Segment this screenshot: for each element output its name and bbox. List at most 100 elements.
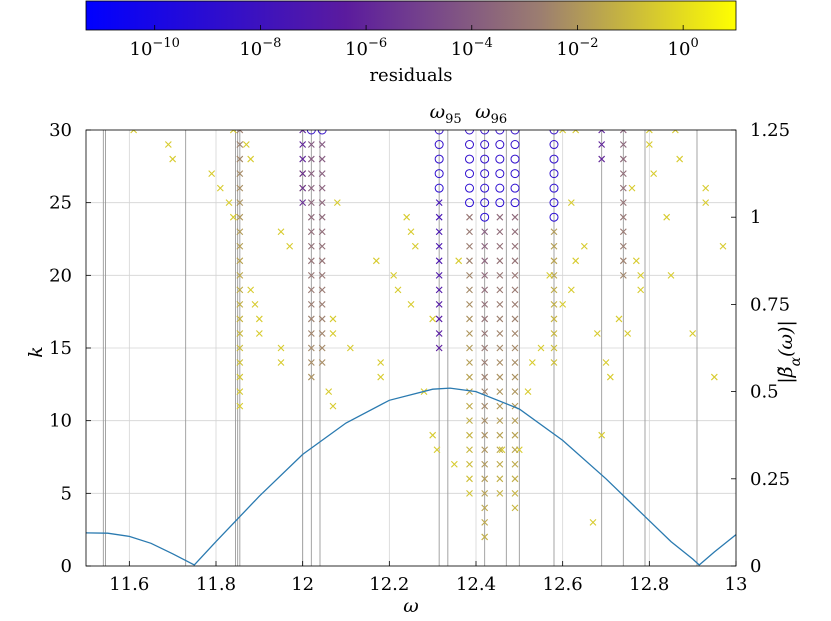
axes-ticks: 11.6 11.8 12 12.2 12.4 12.6 12.8 13051015202530…	[49, 120, 790, 595]
column-cross	[496, 402, 504, 410]
x-tick-label: 12.4	[456, 574, 496, 595]
colorbar-tick-exp: −4	[474, 36, 493, 51]
x-tick-label: 12.8	[629, 574, 669, 595]
residual-cross	[169, 155, 177, 163]
column-cross	[496, 315, 504, 323]
omega-annotation-base: ω	[430, 101, 446, 123]
y2-tick-label: 0.75	[750, 294, 790, 315]
x-axis-label: ω	[403, 595, 419, 617]
y2-axis-beta: β̃	[775, 366, 797, 378]
converged-circle	[510, 140, 520, 150]
residual-cross	[277, 359, 285, 366]
residual-cross	[689, 330, 697, 337]
residual-cross	[277, 228, 285, 236]
column-cross	[511, 315, 519, 323]
column-cross	[511, 257, 519, 265]
residual-cross	[242, 141, 250, 148]
omega-annotations: ω95 ω96	[430, 101, 508, 127]
converged-circle	[510, 154, 520, 164]
column-cross	[496, 359, 504, 366]
residual-cross	[650, 170, 658, 177]
residual-cross	[329, 402, 337, 410]
column-cross	[511, 359, 519, 366]
colorbar	[85, 0, 737, 31]
converged-circle	[495, 183, 505, 193]
colorbar-label: residuals	[369, 65, 452, 86]
column-cross	[496, 213, 504, 221]
converged-circle	[465, 183, 474, 193]
y2-axis-arg: (ω)|	[775, 320, 797, 357]
residual-cross	[663, 213, 671, 221]
residual-cross	[164, 141, 172, 148]
x-tick-label: 11.6	[109, 574, 149, 595]
x-tick-label: 12	[291, 574, 314, 595]
residual-cross	[255, 330, 263, 337]
column-cross	[511, 213, 519, 221]
converged-circle	[465, 169, 474, 179]
column-cross	[466, 431, 473, 439]
residual-cross	[247, 286, 255, 294]
residual-cross	[580, 242, 588, 250]
column-cross	[466, 257, 473, 265]
residual-cross	[593, 330, 601, 337]
residual-cross	[567, 286, 575, 294]
colorbar-tick-label: 10−2	[556, 36, 598, 60]
column-cross	[466, 286, 473, 294]
y-tick-label: 20	[49, 265, 72, 286]
residual-cross	[208, 170, 216, 177]
residual-cross	[572, 257, 580, 265]
column-cross	[466, 359, 473, 366]
colorbar-tick-exp: −6	[368, 36, 387, 51]
beta-curve	[85, 387, 737, 566]
omega-annotation-sub: 96	[491, 112, 508, 127]
column-cross	[496, 257, 504, 265]
column-cross	[466, 446, 473, 454]
column-cross	[466, 402, 473, 410]
column-cross	[496, 460, 504, 468]
column-cross	[511, 301, 519, 308]
column-cross	[496, 242, 504, 250]
column-cross	[496, 228, 504, 236]
column-cross	[511, 242, 519, 250]
column-cross	[466, 242, 473, 250]
residual-cross	[325, 388, 333, 395]
grid-lines	[86, 129, 737, 567]
y-tick-label: 0	[61, 556, 72, 577]
residual-cross	[377, 359, 385, 366]
x-tick-label: 11.8	[196, 574, 236, 595]
residual-cross	[394, 286, 402, 294]
column-cross	[496, 388, 504, 395]
colorbar-tick-exp: −10	[152, 36, 179, 51]
y-tick-label: 30	[49, 120, 72, 141]
column-cross	[511, 446, 519, 454]
converged-circle	[495, 154, 505, 164]
column-cross	[511, 504, 519, 512]
converged-circle	[465, 140, 474, 150]
residual-cross	[628, 184, 636, 192]
residuals-scatter-chart: 10−10 10−8 10−6 10−4 10−2 100 residuals 11.6 1…	[25, 0, 804, 617]
residual-cross	[251, 301, 259, 308]
column-cross	[466, 460, 473, 468]
converged-circle	[495, 169, 505, 179]
converged-circle	[465, 154, 474, 164]
residual-cross	[407, 228, 415, 236]
residual-cross	[377, 373, 385, 381]
converged-circle	[510, 183, 520, 193]
y2-tick-label: 1.25	[750, 120, 790, 141]
column-cross	[496, 373, 504, 381]
residual-cross	[372, 257, 380, 265]
y2-tick-label: 0	[750, 556, 761, 577]
residual-cross	[247, 155, 255, 163]
column-cross	[496, 330, 504, 337]
colorbar-tick-label: 10−6	[345, 36, 387, 60]
column-cross	[511, 475, 519, 483]
residual-cross	[632, 257, 640, 265]
residual-cross	[702, 184, 710, 192]
colorbar-tick-base: 10	[239, 39, 262, 60]
omega-annotation: ω96	[475, 101, 507, 127]
column-cross	[466, 315, 473, 323]
colorbar-tick-base: 10	[451, 39, 474, 60]
residual-cross	[403, 213, 411, 221]
y-tick-label: 10	[49, 411, 72, 432]
converged-circle	[495, 140, 505, 150]
